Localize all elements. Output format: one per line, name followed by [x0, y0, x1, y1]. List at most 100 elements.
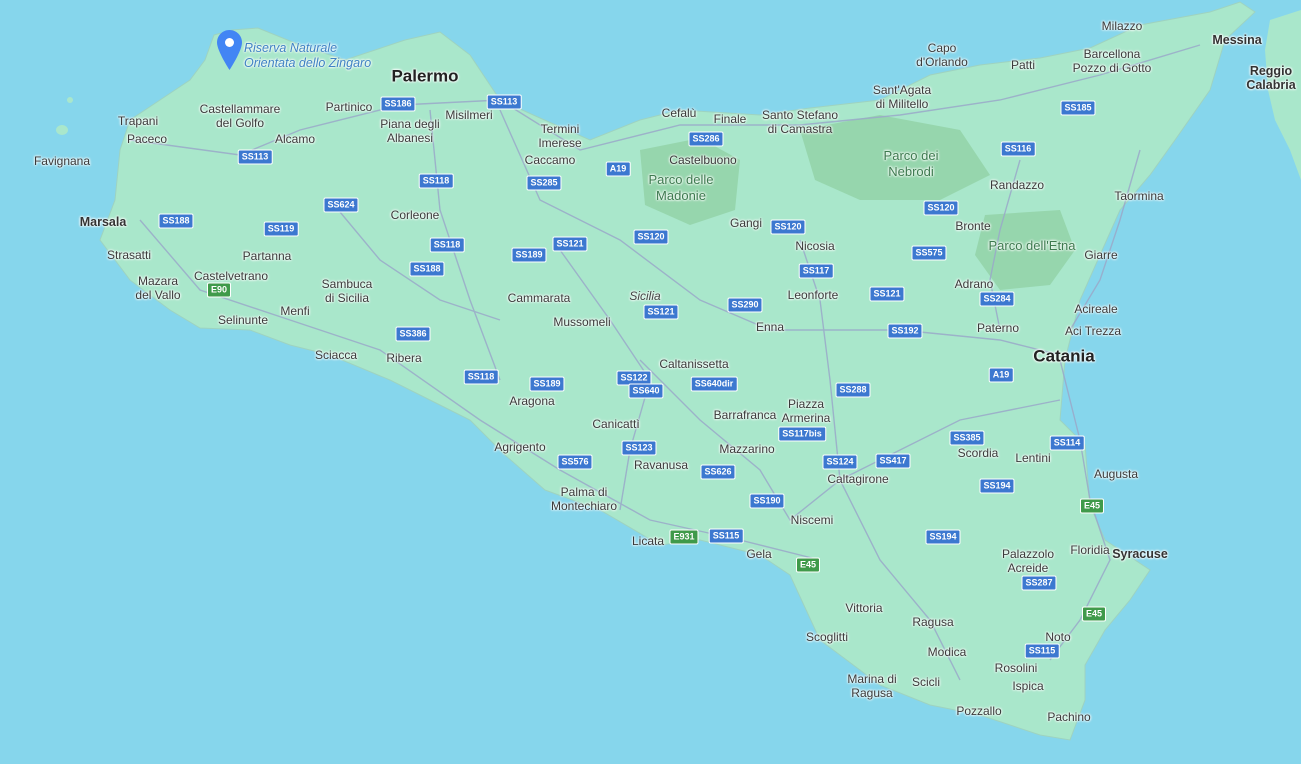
- place-label-partanna[interactable]: Partanna: [243, 249, 292, 263]
- place-label-alcamo[interactable]: Alcamo: [275, 132, 315, 146]
- place-label-lentini[interactable]: Lentini: [1015, 451, 1050, 465]
- place-label-parco-delle-madonie[interactable]: Parco delle Madonie: [648, 172, 713, 204]
- place-label-barrafranca[interactable]: Barrafranca: [714, 408, 777, 422]
- place-label-palazzolo-acreide[interactable]: Palazzolo Acreide: [1002, 547, 1054, 575]
- place-label-scoglitti[interactable]: Scoglitti: [806, 630, 848, 644]
- place-label-giarre[interactable]: Giarre: [1084, 248, 1117, 262]
- place-label-floridia[interactable]: Floridia: [1070, 543, 1109, 557]
- place-label-aci-trezza[interactable]: Aci Trezza: [1065, 324, 1121, 338]
- place-label-mazzarino[interactable]: Mazzarino: [719, 442, 774, 456]
- place-label-corleone[interactable]: Corleone: [391, 208, 440, 222]
- place-label-piazza-armerina[interactable]: Piazza Armerina: [782, 397, 831, 425]
- place-label-syracuse[interactable]: Syracuse: [1112, 547, 1168, 561]
- place-label-ribera[interactable]: Ribera: [386, 351, 421, 365]
- place-label-barcellona-pozzo-di-gotto[interactable]: Barcellona Pozzo di Gotto: [1073, 47, 1152, 75]
- road-shield-ss118: SS118: [463, 369, 499, 385]
- place-label-messina[interactable]: Messina: [1212, 33, 1261, 47]
- road-shield-ss117bis: SS117bis: [778, 426, 826, 442]
- place-label-parco-dei-nebrodi[interactable]: Parco dei Nebrodi: [884, 148, 939, 180]
- place-label-capo-d-orlando[interactable]: Capo d'Orlando: [916, 41, 968, 69]
- place-label-termini-imerese[interactable]: Termini Imerese: [538, 122, 581, 150]
- place-label-selinunte[interactable]: Selinunte: [218, 313, 268, 327]
- place-label-marina-di-ragusa[interactable]: Marina di Ragusa: [847, 672, 896, 700]
- place-label-enna[interactable]: Enna: [756, 320, 784, 334]
- place-label-marsala[interactable]: Marsala: [80, 215, 127, 229]
- place-label-sicilia[interactable]: Sicilia: [629, 289, 660, 303]
- place-label-niscemi[interactable]: Niscemi: [791, 513, 834, 527]
- place-label-canicatt[interactable]: Canicattì: [592, 417, 639, 431]
- place-label-ragusa[interactable]: Ragusa: [912, 615, 953, 629]
- place-label-vittoria[interactable]: Vittoria: [845, 601, 882, 615]
- place-label-pachino[interactable]: Pachino: [1047, 710, 1090, 724]
- place-label-leonforte[interactable]: Leonforte: [788, 288, 839, 302]
- place-label-licata[interactable]: Licata: [632, 534, 664, 548]
- place-label-ispica[interactable]: Ispica: [1012, 679, 1043, 693]
- place-label-milazzo[interactable]: Milazzo: [1102, 19, 1143, 33]
- place-label-sciacca[interactable]: Sciacca: [315, 348, 357, 362]
- place-label-rosolini[interactable]: Rosolini: [995, 661, 1038, 675]
- place-label-nicosia[interactable]: Nicosia: [795, 239, 834, 253]
- road-shield-ss115: SS115: [708, 528, 744, 544]
- place-label-sambuca-di-sicilia[interactable]: Sambuca di Sicilia: [322, 277, 373, 305]
- place-label-acireale[interactable]: Acireale: [1074, 302, 1117, 316]
- place-label-palermo[interactable]: Palermo: [391, 67, 458, 86]
- road-shield-ss288: SS288: [835, 382, 871, 398]
- place-label-paterno[interactable]: Paterno: [977, 321, 1019, 335]
- place-label-parco-dell-etna[interactable]: Parco dell'Etna: [988, 238, 1075, 254]
- road-shield-e45: E45: [1081, 606, 1107, 622]
- place-label-strasatti[interactable]: Strasatti: [107, 248, 151, 262]
- place-label-santo-stefano-di-camastra[interactable]: Santo Stefano di Camastra: [762, 108, 838, 136]
- place-label-pozzallo[interactable]: Pozzallo: [956, 704, 1001, 718]
- place-label-catania[interactable]: Catania: [1033, 347, 1094, 366]
- place-label-piana-degli-albanesi[interactable]: Piana degli Albanesi: [380, 117, 439, 145]
- place-label-adrano[interactable]: Adrano: [955, 277, 994, 291]
- road-shield-ss185: SS185: [1060, 100, 1096, 116]
- place-label-sant-agata-di-militello[interactable]: Sant'Agata di Militello: [873, 83, 931, 111]
- place-label-misilmeri[interactable]: Misilmeri: [445, 108, 492, 122]
- road-shield-a19: A19: [605, 161, 631, 177]
- road-shield-ss640: SS640: [628, 383, 664, 399]
- place-label-noto[interactable]: Noto: [1045, 630, 1070, 644]
- place-label-scicli[interactable]: Scicli: [912, 675, 940, 689]
- place-label-bronte[interactable]: Bronte: [955, 219, 990, 233]
- poi-label-zingaro[interactable]: Riserva Naturale Orientata dello Zingaro: [244, 41, 371, 71]
- place-label-partinico[interactable]: Partinico: [326, 100, 373, 114]
- road-shield-ss286: SS286: [688, 131, 724, 147]
- road-shield-a19: A19: [988, 367, 1014, 383]
- place-label-patti[interactable]: Patti: [1011, 58, 1035, 72]
- place-label-menfi[interactable]: Menfi: [280, 304, 309, 318]
- place-label-caccamo[interactable]: Caccamo: [525, 153, 576, 167]
- place-label-randazzo[interactable]: Randazzo: [990, 178, 1044, 192]
- road-shield-ss192: SS192: [887, 323, 923, 339]
- road-shield-ss189: SS189: [529, 376, 565, 392]
- place-label-favignana[interactable]: Favignana: [34, 154, 90, 168]
- place-label-gangi[interactable]: Gangi: [730, 216, 762, 230]
- place-label-cammarata[interactable]: Cammarata: [508, 291, 571, 305]
- place-label-finale[interactable]: Finale: [714, 112, 747, 126]
- place-label-taormina[interactable]: Taormina: [1114, 189, 1163, 203]
- place-label-augusta[interactable]: Augusta: [1094, 467, 1138, 481]
- place-label-aragona[interactable]: Aragona: [509, 394, 554, 408]
- place-label-mazara-del-vallo[interactable]: Mazara del Vallo: [135, 274, 180, 302]
- road-shield-e90: E90: [206, 282, 232, 298]
- place-label-caltanissetta[interactable]: Caltanissetta: [659, 357, 728, 371]
- place-label-trapani[interactable]: Trapani: [118, 114, 158, 128]
- place-label-caltagirone[interactable]: Caltagirone: [827, 472, 888, 486]
- road-shield-ss186: SS186: [380, 96, 416, 112]
- place-label-castelbuono[interactable]: Castelbuono: [669, 153, 736, 167]
- place-label-mussomeli[interactable]: Mussomeli: [553, 315, 610, 329]
- place-label-scordia[interactable]: Scordia: [958, 446, 999, 460]
- road-shield-ss194: SS194: [979, 478, 1015, 494]
- place-label-modica[interactable]: Modica: [928, 645, 967, 659]
- place-label-paceco[interactable]: Paceco: [127, 132, 167, 146]
- place-label-ravanusa[interactable]: Ravanusa: [634, 458, 688, 472]
- place-label-reggio-calabria[interactable]: Reggio Calabria: [1246, 64, 1295, 92]
- place-label-cefal[interactable]: Cefalù: [662, 106, 697, 120]
- place-label-palma-di-montechiaro[interactable]: Palma di Montechiaro: [551, 485, 617, 513]
- place-label-gela[interactable]: Gela: [746, 547, 771, 561]
- place-label-agrigento[interactable]: Agrigento: [494, 440, 545, 454]
- place-label-castelvetrano[interactable]: Castelvetrano: [194, 269, 268, 283]
- map-pin-icon[interactable]: [217, 30, 242, 70]
- place-label-castellammare-del-golfo[interactable]: Castellammare del Golfo: [200, 102, 281, 130]
- road-shield-ss118: SS118: [418, 173, 454, 189]
